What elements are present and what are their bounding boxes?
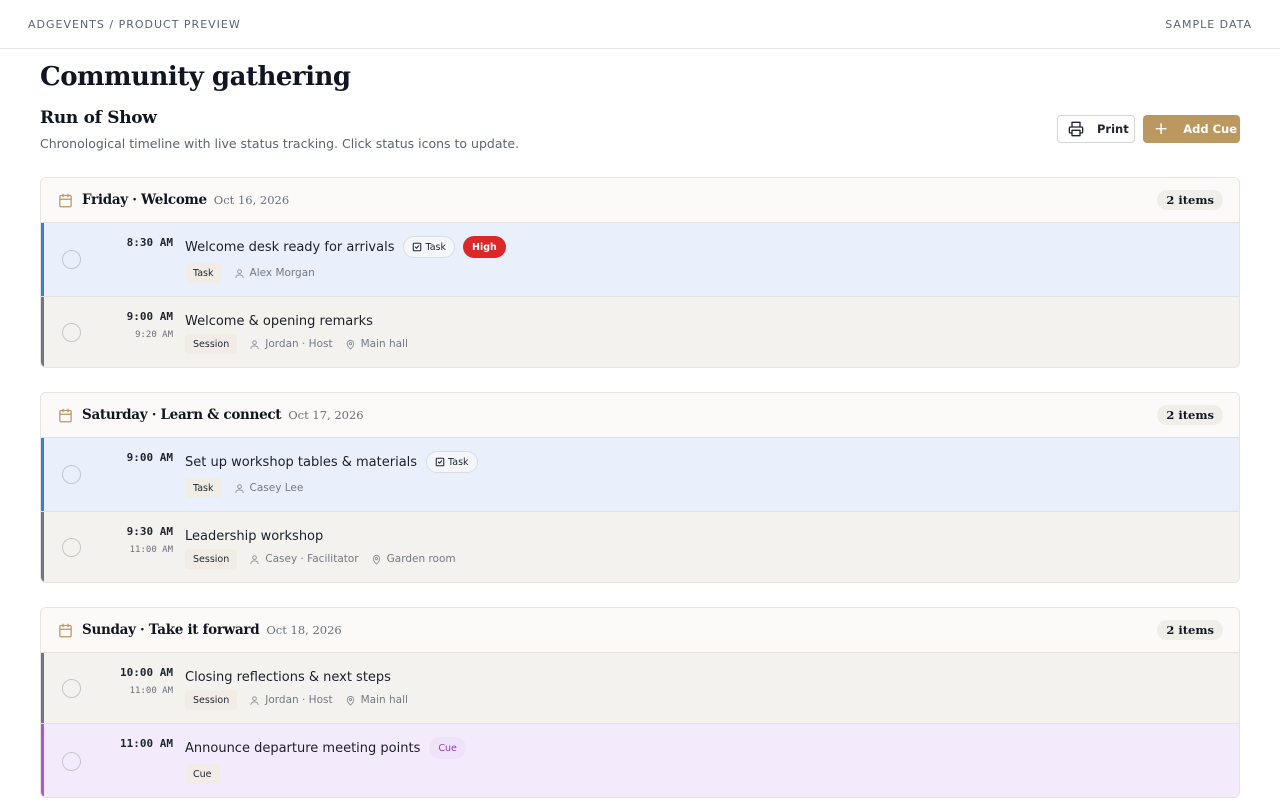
assignee: Casey Lee [234, 482, 303, 494]
printer-icon [1068, 121, 1084, 137]
day-card-sunday: Sunday · Take it forward Oct 18, 2026 2 … [40, 607, 1240, 798]
end-time: 11:00 AM [129, 686, 173, 696]
section-subtitle: Chronological timeline with live status … [40, 136, 520, 151]
start-time: 8:30 AM [126, 236, 173, 249]
start-time: 9:30 AM [126, 525, 173, 538]
kind-color-bar [41, 512, 44, 582]
status-toggle[interactable] [62, 679, 81, 698]
day-card-saturday: Saturday · Learn & connect Oct 17, 2026 … [40, 392, 1240, 583]
status-toggle[interactable] [62, 250, 81, 269]
print-button[interactable]: Print [1057, 115, 1135, 143]
assignee: Casey · Facilitator [249, 553, 359, 565]
page-title: Community gathering [40, 62, 351, 92]
top-bar: ADGEVENTS / PRODUCT PREVIEW SAMPLE DATA [0, 0, 1280, 49]
calendar-icon [58, 623, 73, 638]
day-date: Oct 16, 2026 [213, 193, 290, 207]
location: Garden room [371, 553, 456, 565]
item-title: Announce departure meeting points [185, 740, 421, 756]
day-item-count: 2 items [1157, 190, 1223, 210]
run-of-show-item[interactable]: 9:00 AM Set up workshop tables & materia… [41, 437, 1239, 511]
start-time: 9:00 AM [126, 451, 173, 464]
day-name: Friday · Welcome [82, 192, 207, 208]
day-header: Friday · Welcome Oct 16, 2026 2 items [41, 178, 1239, 222]
start-time: 10:00 AM [120, 666, 173, 679]
person-icon [250, 554, 259, 564]
item-title: Leadership workshop [185, 528, 324, 544]
day-date: Oct 17, 2026 [288, 408, 364, 422]
checkbox-icon [435, 457, 445, 467]
status-toggle[interactable] [62, 752, 81, 771]
day-header: Saturday · Learn & connect Oct 17, 2026 … [41, 393, 1239, 437]
assignee: Alex Morgan [234, 267, 315, 279]
plus-icon: + [1154, 118, 1169, 139]
day-name: Sunday · Take it forward [82, 622, 260, 638]
run-of-show-item[interactable]: 10:00 AM 11:00 AM Closing reflections & … [41, 652, 1239, 723]
status-toggle[interactable] [62, 323, 81, 342]
end-time: 11:00 AM [129, 545, 173, 555]
location: Main hall [345, 338, 408, 350]
calendar-icon [58, 408, 73, 423]
breadcrumb: ADGEVENTS / PRODUCT PREVIEW [28, 17, 241, 31]
run-of-show-item[interactable]: 9:00 AM 9:20 AM Welcome & opening remark… [41, 296, 1239, 367]
day-item-count: 2 items [1157, 620, 1223, 640]
run-of-show-item[interactable]: 11:00 AM Announce departure meeting poin… [41, 723, 1239, 797]
start-time: 11:00 AM [120, 737, 173, 750]
person-icon [250, 695, 259, 705]
assignee: Jordan · Host [249, 694, 333, 706]
location: Main hall [345, 694, 408, 706]
kind-tag: Task [426, 451, 478, 473]
add-cue-button[interactable]: + Add Cue [1143, 115, 1240, 143]
sample-data-label: SAMPLE DATA [1165, 17, 1252, 31]
map-pin-icon [372, 554, 380, 565]
run-of-show-item[interactable]: 8:30 AM Welcome desk ready for arrivals … [41, 222, 1239, 296]
item-title: Closing reflections & next steps [185, 669, 391, 685]
type-chip: Session [185, 690, 238, 710]
type-chip: Task [185, 263, 222, 283]
priority-badge: High [463, 236, 506, 258]
checkbox-icon [413, 242, 422, 252]
kind-color-bar [41, 653, 44, 723]
day-item-count: 2 items [1157, 405, 1223, 425]
type-chip: Task [185, 478, 222, 498]
section-title: Run of Show [40, 108, 157, 128]
kind-color-bar [41, 438, 44, 511]
kind-color-bar [41, 297, 44, 367]
type-chip: Session [185, 334, 238, 354]
day-date: Oct 18, 2026 [266, 623, 342, 637]
person-icon [234, 268, 244, 278]
kind-tag: Cue [429, 737, 466, 759]
start-time: 9:00 AM [126, 310, 173, 323]
kind-color-bar [41, 724, 44, 797]
day-card-friday: Friday · Welcome Oct 16, 2026 2 items 8:… [40, 177, 1240, 368]
map-pin-icon [346, 695, 354, 706]
add-cue-button-label: Add Cue [1183, 122, 1238, 136]
kind-color-bar [41, 223, 44, 296]
type-chip: Session [185, 549, 238, 569]
day-header: Sunday · Take it forward Oct 18, 2026 2 … [41, 608, 1239, 652]
print-button-label: Print [1097, 122, 1129, 136]
day-name: Saturday · Learn & connect [82, 407, 282, 423]
person-icon [250, 339, 259, 349]
kind-tag: Task [403, 236, 455, 258]
item-title: Set up workshop tables & materials [185, 454, 418, 470]
map-pin-icon [346, 339, 354, 350]
item-title: Welcome desk ready for arrivals [185, 239, 395, 255]
type-chip: Cue [185, 764, 220, 784]
person-icon [234, 483, 244, 493]
item-title: Welcome & opening remarks [185, 313, 373, 329]
end-time: 9:20 AM [135, 330, 173, 340]
calendar-icon [58, 193, 73, 208]
assignee: Jordan · Host [249, 338, 333, 350]
status-toggle[interactable] [62, 465, 81, 484]
status-toggle[interactable] [62, 538, 81, 557]
run-of-show-item[interactable]: 9:30 AM 11:00 AM Leadership workshop Ses… [41, 511, 1239, 582]
